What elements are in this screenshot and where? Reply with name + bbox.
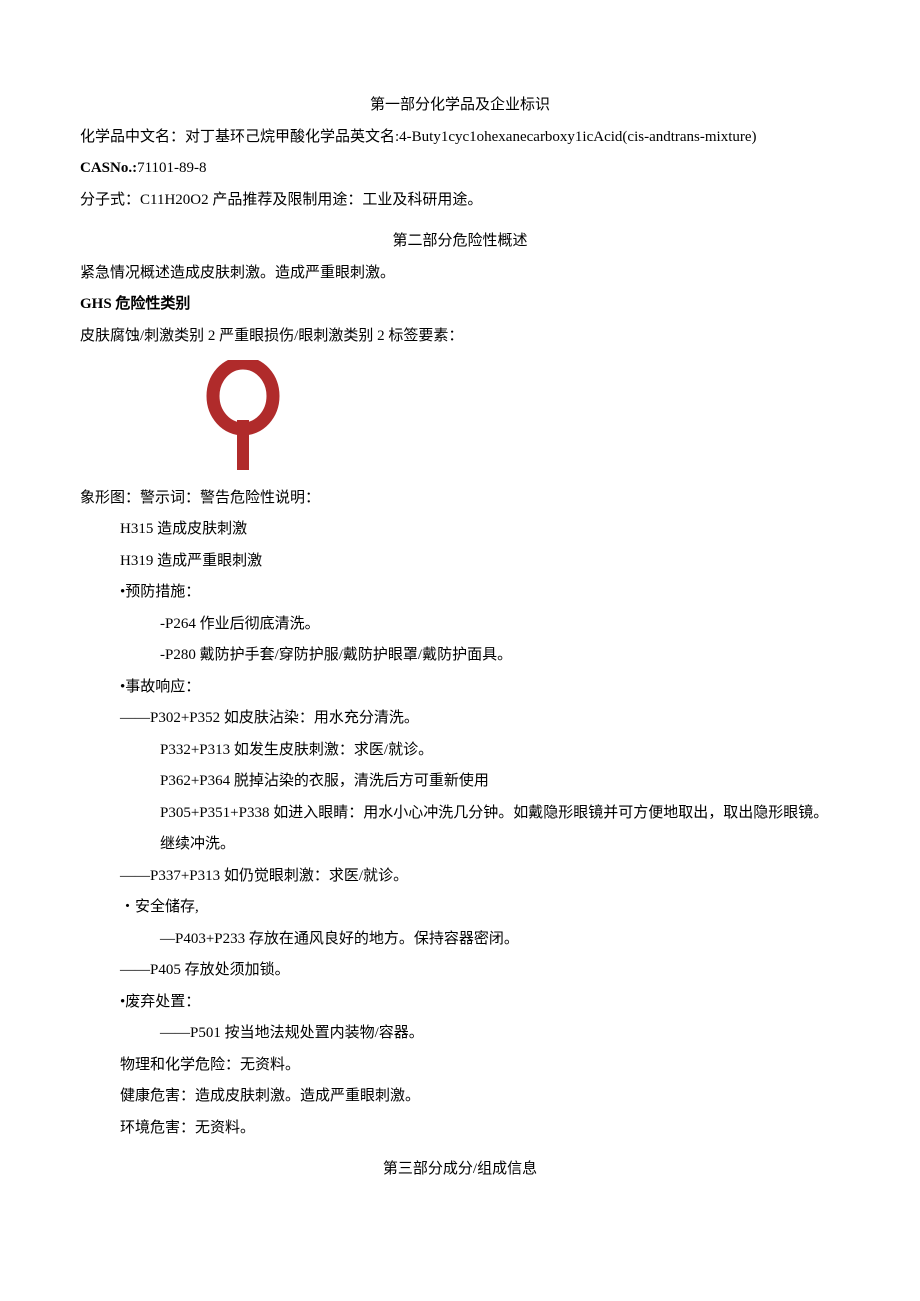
health-hazard: 健康危害：造成皮肤刺激。造成严重眼刺激。 — [80, 1081, 840, 1113]
p332-p313: P332+P313 如发生皮肤刺激：求医/就诊。 — [80, 735, 840, 767]
h315: H315 造成皮肤刺激 — [80, 514, 840, 546]
p264: -P264 作业后彻底清洗。 — [80, 609, 840, 641]
storage-label: ・安全储存, — [80, 892, 840, 924]
h319: H319 造成严重眼刺激 — [80, 546, 840, 578]
precaution-label: •预防措施： — [80, 577, 840, 609]
p501: ——P501 按当地法规处置内装物/容器。 — [80, 1018, 840, 1050]
ghs-categories: 皮肤腐蚀/刺激类别 2 严重眼损伤/眼刺激类别 2 标签要素： — [80, 321, 840, 353]
ghs-category-label: GHS 危险性类别 — [80, 289, 840, 321]
environmental-hazard: 环境危害：无资料。 — [80, 1113, 840, 1145]
section-1-title: 第一部分化学品及企业标识 — [80, 90, 840, 122]
p302-p352: ——P302+P352 如皮肤沾染：用水充分清洗。 — [80, 703, 840, 735]
response-label: •事故响应： — [80, 672, 840, 704]
p280: -P280 戴防护手套/穿防护服/戴防护眼罩/戴防护面具。 — [80, 640, 840, 672]
ghs-pictogram-exclamation-icon — [200, 360, 840, 483]
p405: ——P405 存放处须加锁。 — [80, 955, 840, 987]
p362-p364: P362+P364 脱掉沾染的衣服，清洗后方可重新使用 — [80, 766, 840, 798]
chemical-name-line: 化学品中文名：对丁基环己烷甲酸化学品英文名:4-Buty1cyc1ohexane… — [80, 122, 840, 154]
cas-label: CASNo.: — [80, 160, 137, 176]
formula-line: 分子式：C11H20O2 产品推荐及限制用途：工业及科研用途。 — [80, 185, 840, 217]
p337-p313: ——P337+P313 如仍觉眼刺激：求医/就诊。 — [80, 861, 840, 893]
section-2-title: 第二部分危险性概述 — [80, 226, 840, 258]
p403-p233: —P403+P233 存放在通风良好的地方。保持容器密闭。 — [80, 924, 840, 956]
cas-line: CASNo.:71101-89-8 — [80, 153, 840, 185]
cas-value: 71101-89-8 — [137, 160, 206, 176]
pictogram-signal-line: 象形图：警示词：警告危险性说明： — [80, 483, 840, 515]
disposal-label: •废弃处置： — [80, 987, 840, 1019]
physical-chemical-hazard: 物理和化学危险：无资料。 — [80, 1050, 840, 1082]
emergency-overview: 紧急情况概述造成皮肤刺激。造成严重眼刺激。 — [80, 258, 840, 290]
section-3-title: 第三部分成分/组成信息 — [80, 1154, 840, 1186]
p305-p351-p338: P305+P351+P338 如进入眼睛：用水小心冲洗几分钟。如戴隐形眼镜并可方… — [80, 798, 840, 861]
